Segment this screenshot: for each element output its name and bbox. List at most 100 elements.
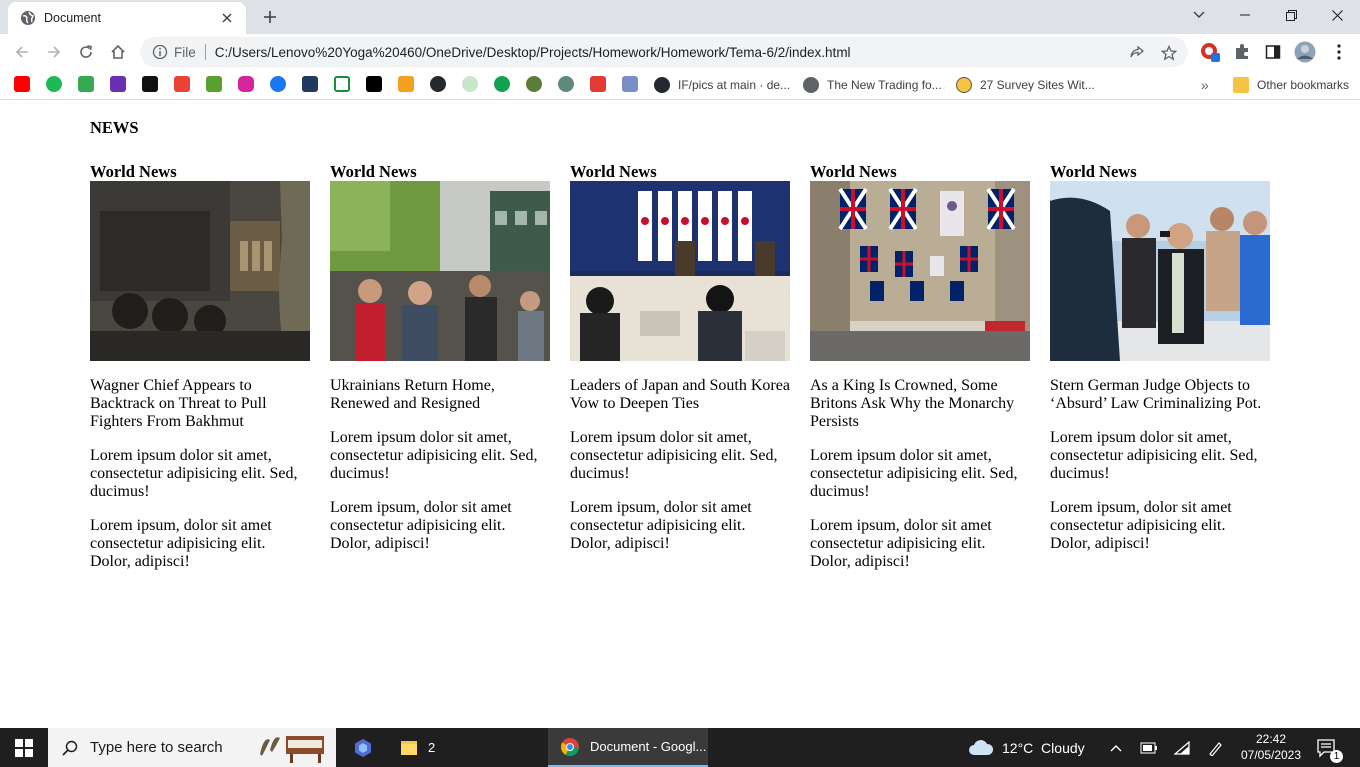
card-paragraph: Lorem ipsum dolor sit amet, consectetur …	[330, 429, 538, 482]
coin-icon[interactable]	[526, 76, 542, 92]
wifi-icon[interactable]	[1174, 728, 1190, 767]
taskbar-search-box[interactable]: Type here to search	[48, 728, 336, 767]
bookmarks-overflow-button[interactable]: »	[1201, 76, 1209, 94]
folder-icon	[401, 740, 417, 755]
fl-icon[interactable]	[302, 76, 318, 92]
address-bar[interactable]: File C:/Users/Lenovo%20Yoga%20460/OneDri…	[140, 37, 1188, 67]
openai-icon[interactable]	[558, 76, 574, 92]
browser-tab[interactable]: Document	[8, 2, 246, 34]
chrome-icon	[561, 737, 579, 756]
youtube-icon[interactable]	[14, 76, 30, 92]
taskbar-chrome[interactable]: Document - Googl...	[548, 728, 708, 767]
channel4-icon[interactable]	[206, 76, 222, 92]
side-panel-icon[interactable]	[1262, 41, 1284, 63]
info-icon[interactable]	[152, 44, 168, 60]
card-category: World News	[1050, 162, 1137, 181]
card-paragraph: Lorem ipsum, dolor sit amet consectetur …	[1050, 499, 1232, 552]
search-icon	[62, 740, 78, 756]
card-paragraph: Lorem ipsum dolor sit amet, consectetur …	[1050, 429, 1258, 482]
m-icon[interactable]	[366, 76, 382, 92]
folder-blue-icon[interactable]	[622, 76, 638, 92]
card-category: World News	[330, 162, 417, 181]
news-card: World News Stern German Judge Objects to…	[1050, 163, 1270, 553]
close-window-button[interactable]	[1314, 0, 1360, 30]
hexagon-app-icon	[355, 738, 371, 757]
address-separator	[204, 44, 206, 60]
back-button[interactable]	[10, 40, 34, 64]
card-paragraph: Lorem ipsum, dolor sit amet consectetur …	[570, 499, 752, 552]
address-url[interactable]: C:/Users/Lenovo%20Yoga%20460/OneDrive/De…	[215, 45, 851, 60]
instagram-icon[interactable]	[238, 76, 254, 92]
bookmark-item[interactable]: 27 Survey Sites Wit...	[956, 76, 1095, 94]
notification-center-button[interactable]: 1	[1316, 728, 1343, 767]
w-icon[interactable]	[334, 76, 350, 92]
clock-time: 22:42	[1255, 732, 1287, 746]
windows-logo-icon	[15, 738, 33, 757]
gmail-icon[interactable]	[174, 76, 190, 92]
bookmark-star-icon[interactable]	[1160, 44, 1178, 62]
profile-avatar[interactable]	[1294, 41, 1316, 63]
bookmark-item[interactable]: IF/pics at main · de...	[654, 76, 790, 94]
w-red-icon[interactable]	[590, 76, 606, 92]
restore-button[interactable]	[1268, 0, 1314, 30]
card-headline[interactable]: Leaders of Japan and South Korea Vow to …	[570, 377, 790, 413]
new-tab-button[interactable]	[256, 5, 284, 29]
card-paragraph: Lorem ipsum dolor sit amet, consectetur …	[570, 429, 778, 482]
close-tab-icon[interactable]	[218, 9, 236, 27]
card-headline[interactable]: Ukrainians Return Home, Renewed and Resi…	[330, 377, 550, 413]
sheets-icon[interactable]	[78, 76, 94, 92]
news-card: World News As a King Is Crowned, Some Br…	[810, 163, 1030, 571]
windows-taskbar: Type here to search 2 Document - Googl..…	[0, 728, 1360, 767]
card-category: World News	[570, 162, 657, 181]
card-category: World News	[810, 162, 897, 181]
show-hidden-icons-chevron-icon[interactable]	[1110, 728, 1122, 767]
taskbar-app-unknown[interactable]	[346, 728, 380, 767]
bookmark-label: The New Trading fo...	[827, 78, 942, 92]
battery-icon[interactable]	[1140, 728, 1158, 767]
news-image-london-flags	[810, 181, 1030, 361]
share-icon[interactable]	[1128, 44, 1146, 62]
start-button[interactable]	[0, 728, 48, 767]
weather-widget[interactable]: 12°C Cloudy	[968, 728, 1085, 767]
other-bookmarks-label: Other bookmarks	[1257, 78, 1350, 92]
card-headline[interactable]: As a King Is Crowned, Some Britons Ask W…	[810, 377, 1030, 431]
bookmark-label: IF/pics at main · de...	[678, 78, 791, 92]
menu-kebab-icon[interactable]	[1328, 41, 1350, 63]
stack-icon[interactable]	[398, 76, 414, 92]
card-headline[interactable]: Wagner Chief Appears to Backtrack on Thr…	[90, 377, 310, 431]
folder-icon	[1233, 77, 1249, 93]
pen-icon[interactable]	[1208, 728, 1224, 767]
news-image-crowd	[330, 181, 550, 361]
facebook-icon[interactable]	[270, 76, 286, 92]
home-button[interactable]	[106, 40, 130, 64]
q-icon[interactable]	[494, 76, 510, 92]
news-card: World News Ukrainians Return Home, Renew…	[330, 163, 550, 553]
card-category: World News	[90, 162, 177, 181]
file-explorer-label: 2	[428, 740, 436, 755]
extensions-puzzle-icon[interactable]	[1231, 41, 1253, 63]
bookmarks-bar: IF/pics at main · de... The New Trading …	[0, 70, 1360, 100]
page-title: NEWS	[90, 118, 139, 137]
taskbar-file-explorer[interactable]: 2	[392, 728, 540, 767]
minimize-button[interactable]	[1222, 0, 1268, 30]
search-placeholder: Type here to search	[90, 739, 223, 756]
survey-icon	[956, 77, 972, 93]
extension-adblock-icon[interactable]	[1199, 41, 1221, 63]
browser-toolbar: File C:/Users/Lenovo%20Yoga%20460/OneDri…	[0, 34, 1360, 70]
other-bookmarks[interactable]: Other bookmarks	[1233, 76, 1349, 94]
proton-mail-icon[interactable]	[110, 76, 126, 92]
reload-button[interactable]	[74, 40, 98, 64]
spotify-icon[interactable]	[46, 76, 62, 92]
github-icon[interactable]	[430, 76, 446, 92]
forward-button[interactable]	[42, 40, 66, 64]
card-headline[interactable]: Stern German Judge Objects to ‘Absurd’ L…	[1050, 377, 1270, 413]
tradingview-icon[interactable]	[142, 76, 158, 92]
card-paragraph: Lorem ipsum, dolor sit amet consectetur …	[330, 499, 512, 552]
globe-icon	[803, 77, 819, 93]
bookmark-item[interactable]: The New Trading fo...	[803, 76, 942, 94]
page-content: NEWS World News Wagner Chief Appears to …	[0, 101, 1360, 728]
tab-search-chevron-icon[interactable]	[1176, 0, 1222, 30]
news-card: World News Leaders of Japan and South Ko…	[570, 163, 790, 553]
leaf-icon[interactable]	[462, 76, 478, 92]
taskbar-clock[interactable]: 22:42 07/05/2023	[1236, 731, 1306, 763]
